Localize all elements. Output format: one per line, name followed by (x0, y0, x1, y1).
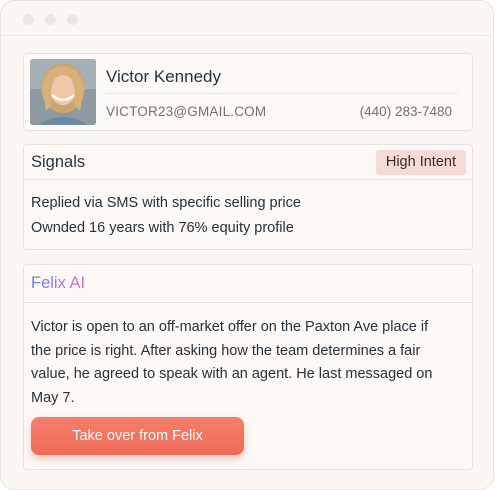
status-badge: High Intent (375, 150, 466, 175)
contact-card: Victor Kennedy VICTOR23@GMAIL.COM (440) … (23, 53, 473, 131)
felix-ai-card: Felix AI Victor is open to an off-market… (23, 264, 473, 470)
divider (106, 93, 458, 94)
app-window: Victor Kennedy VICTOR23@GMAIL.COM (440) … (0, 0, 494, 490)
window-titlebar (1, 1, 493, 36)
signals-card: Signals High Intent Replied via SMS with… (23, 144, 473, 250)
felix-header: Felix AI (24, 265, 472, 303)
contact-email[interactable]: VICTOR23@GMAIL.COM (106, 104, 266, 119)
signal-item: Replied via SMS with specific selling pr… (31, 195, 301, 211)
contact-phone[interactable]: (440) 283-7480 (360, 104, 452, 119)
felix-title: Felix AI (31, 274, 86, 292)
window-control-close[interactable] (23, 14, 34, 25)
take-over-button[interactable]: Take over from Felix (31, 417, 244, 455)
signals-title: Signals (31, 153, 86, 171)
contact-name: Victor Kennedy (106, 67, 221, 86)
signals-header: Signals High Intent (24, 145, 472, 180)
felix-summary: Victor is open to an off-market offer on… (31, 319, 433, 406)
signal-item: Ownded 16 years with 76% equity profile (31, 220, 294, 236)
window-control-maximize[interactable] (67, 14, 78, 25)
avatar (30, 59, 96, 125)
window-control-minimize[interactable] (45, 14, 56, 25)
